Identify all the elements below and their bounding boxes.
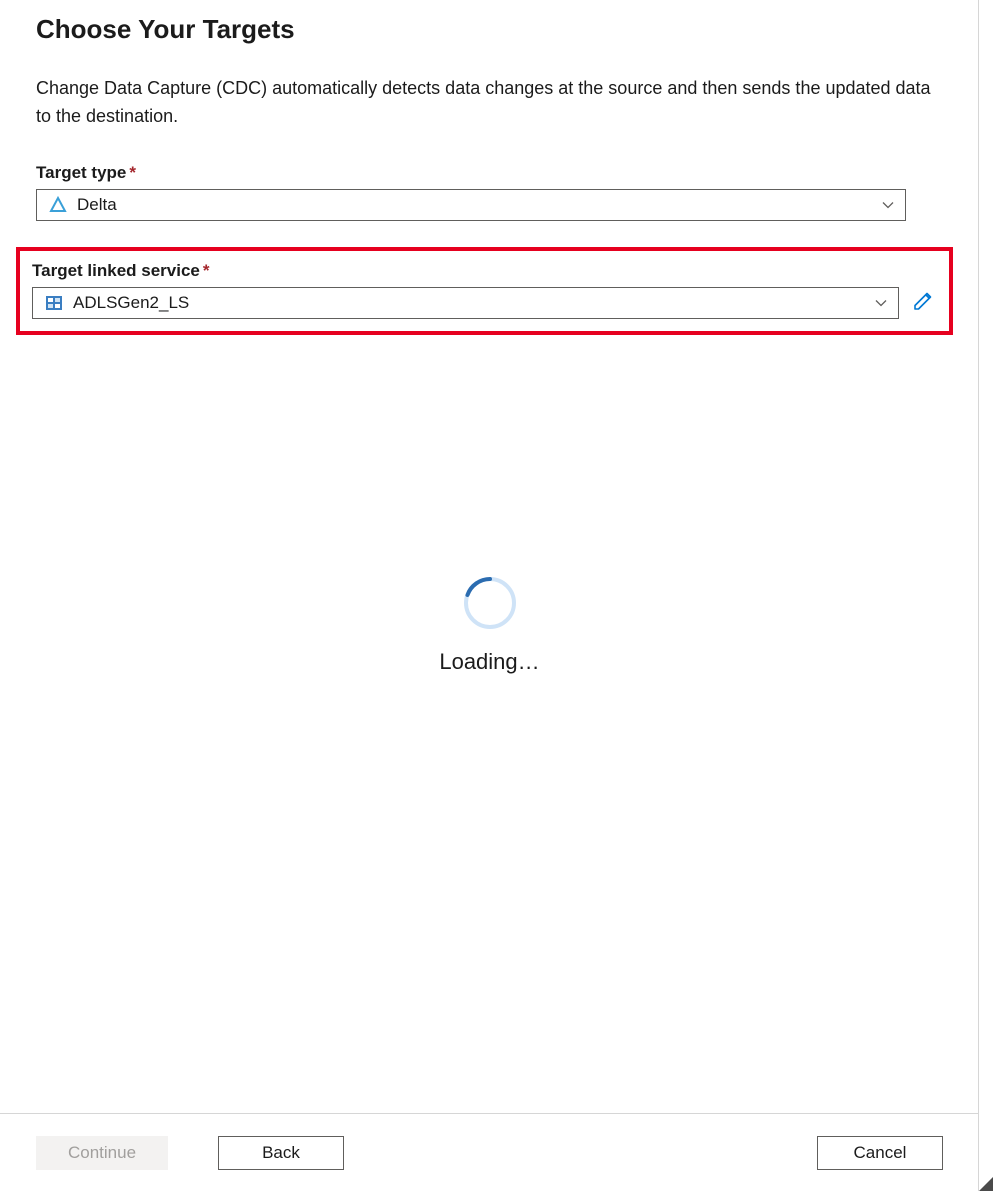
target-type-field: Target type* Delta xyxy=(36,163,942,221)
cancel-button[interactable]: Cancel xyxy=(817,1136,943,1170)
required-indicator: * xyxy=(129,163,136,182)
pencil-icon xyxy=(912,290,934,315)
highlight-annotation: Target linked service* ADLSGen2_LS xyxy=(16,247,953,335)
linked-service-field: Target linked service* ADLSGen2_LS xyxy=(32,261,937,319)
edit-linked-service-button[interactable] xyxy=(909,289,937,317)
chevron-down-icon xyxy=(881,198,895,212)
linked-service-label: Target linked service* xyxy=(32,261,937,281)
page-title: Choose Your Targets xyxy=(36,14,942,45)
storage-icon xyxy=(45,294,63,312)
continue-button: Continue xyxy=(36,1136,168,1170)
page-description: Change Data Capture (CDC) automatically … xyxy=(36,75,942,131)
loading-indicator: Loading… xyxy=(0,575,979,675)
linked-service-label-text: Target linked service xyxy=(32,261,200,280)
required-indicator: * xyxy=(203,261,210,280)
loading-text: Loading… xyxy=(0,649,979,675)
scroll-corner-icon xyxy=(979,1177,993,1191)
linked-service-value: ADLSGen2_LS xyxy=(73,293,874,313)
target-type-value: Delta xyxy=(77,195,881,215)
back-button[interactable]: Back xyxy=(218,1136,344,1170)
chevron-down-icon xyxy=(874,296,888,310)
target-type-dropdown[interactable]: Delta xyxy=(36,189,906,221)
target-type-label: Target type* xyxy=(36,163,942,183)
delta-icon xyxy=(49,196,67,214)
footer-bar: Continue Back Cancel xyxy=(0,1113,979,1191)
spinner-icon xyxy=(462,575,518,631)
target-type-label-text: Target type xyxy=(36,163,126,182)
linked-service-dropdown[interactable]: ADLSGen2_LS xyxy=(32,287,899,319)
